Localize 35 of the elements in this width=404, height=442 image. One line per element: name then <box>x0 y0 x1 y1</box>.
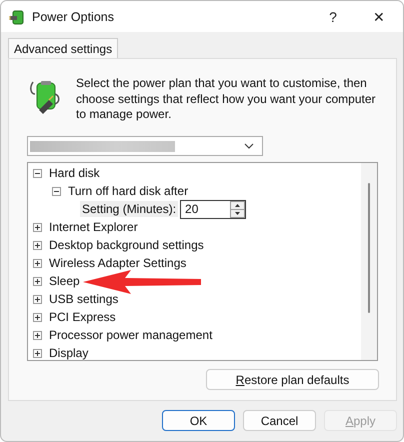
help-button[interactable]: ? <box>311 1 355 32</box>
plus-box-icon[interactable] <box>33 276 42 286</box>
chevron-down-icon <box>244 143 254 149</box>
dialog-button[interactable]: OK <box>162 410 235 431</box>
window-title: Power Options <box>32 10 115 24</box>
minutes-spinbox[interactable]: 20 <box>180 200 246 218</box>
plus-box-icon[interactable] <box>33 258 42 268</box>
tree-item[interactable]: Desktop background settings <box>49 238 204 252</box>
plus-box-icon[interactable] <box>33 312 42 322</box>
dialog-button[interactable]: Cancel <box>243 410 316 431</box>
spin-arrows-icon[interactable] <box>230 200 246 218</box>
tree-item[interactable]: Processor power management <box>49 328 212 342</box>
tree-item[interactable]: Hard disk <box>49 166 100 180</box>
plus-box-icon[interactable] <box>33 330 42 340</box>
minus-box-icon[interactable] <box>52 186 61 196</box>
tree-item[interactable]: Sleep <box>49 274 80 288</box>
restore-defaults-button[interactable]: Restore plan defaults <box>206 369 379 390</box>
plus-box-icon[interactable] <box>33 240 42 250</box>
tree-item[interactable]: USB settings <box>49 292 118 306</box>
plus-box-icon[interactable] <box>33 294 42 304</box>
close-button[interactable]: ✕ <box>355 1 403 32</box>
minus-box-icon[interactable] <box>33 168 42 178</box>
plus-box-icon[interactable] <box>33 348 42 358</box>
setting-label: Setting (Minutes): <box>80 201 178 217</box>
tree-item[interactable]: Display <box>49 346 88 360</box>
battery-plug-icon <box>9 8 25 24</box>
tree-item[interactable]: Internet Explorer <box>49 220 138 234</box>
battery-plug-icon <box>29 80 61 114</box>
plus-box-icon[interactable] <box>33 222 42 232</box>
scrollbar-thumb[interactable] <box>368 183 370 313</box>
tree-item[interactable]: Wireless Adapter Settings <box>49 256 186 270</box>
tab[interactable]: Advanced settings <box>8 38 118 58</box>
tree-item[interactable]: Turn off hard disk after <box>68 184 188 198</box>
instruction-text: Select the power plan that you want to customise, then choose settings that reflect how you want your computer to manage power. <box>76 76 376 123</box>
tree-item[interactable]: PCI Express <box>49 310 116 324</box>
